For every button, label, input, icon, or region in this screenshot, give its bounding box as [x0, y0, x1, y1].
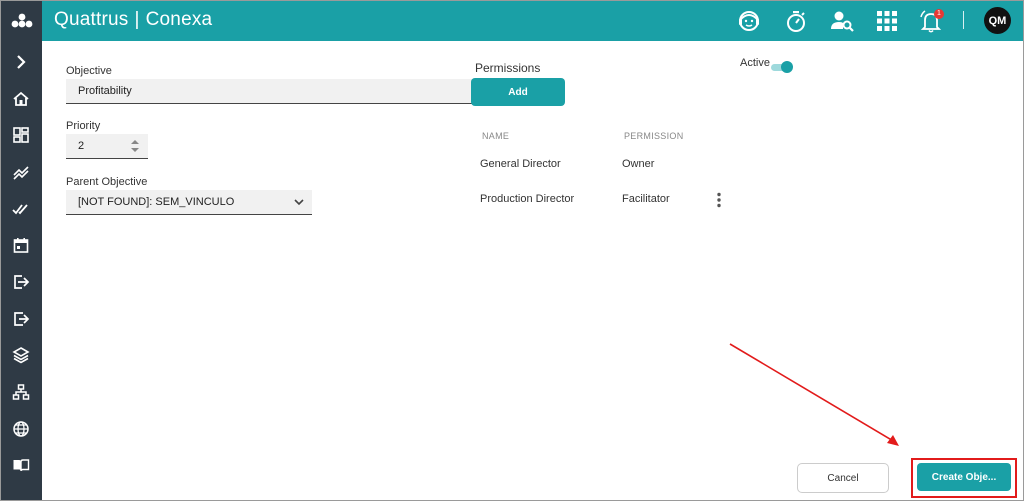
logout-icon[interactable] [9, 307, 33, 331]
home-icon[interactable] [9, 87, 33, 111]
permissions-title: Permissions [475, 61, 541, 75]
timer-icon[interactable] [781, 6, 811, 36]
expand-chevron-icon[interactable] [9, 50, 33, 74]
more-options-icon[interactable] [714, 191, 724, 209]
notifications-icon[interactable]: 1 [916, 6, 946, 36]
priority-value: 2 [78, 140, 85, 152]
sidebar [1, 1, 42, 500]
calendar-icon[interactable] [9, 233, 33, 257]
permission-row-name: General Director [480, 158, 561, 170]
user-avatar[interactable]: QM [984, 7, 1011, 34]
brand-name-right: Conexa [145, 9, 213, 30]
brand-title: Quattrus | Conexa [54, 9, 212, 31]
column-header-permission: PERMISSION [624, 131, 684, 141]
app-window: Quattrus | Conexa 1 QM Objective Profitabi… [0, 0, 1024, 501]
objective-input[interactable]: Profitability [66, 79, 472, 104]
notification-badge: 1 [934, 9, 944, 19]
annotation-highlight-box [911, 458, 1017, 498]
header-divider [963, 11, 964, 29]
layers-icon[interactable] [9, 343, 33, 367]
toggle-knob [781, 61, 793, 73]
trend-icon[interactable] [9, 160, 33, 184]
support-agent-icon[interactable] [734, 6, 764, 36]
parent-objective-value: [NOT FOUND]: SEM_VINCULO [78, 196, 235, 208]
permission-row-role: Facilitator [622, 193, 670, 205]
priority-label: Priority [66, 120, 101, 132]
apps-grid-icon[interactable] [872, 6, 902, 36]
objective-value: Profitability [78, 85, 132, 97]
permission-row-name: Production Director [480, 193, 575, 205]
book-icon[interactable] [9, 453, 33, 477]
chevron-down-icon [294, 199, 304, 206]
brand-separator: | [134, 9, 140, 30]
brand-name-left: Quattrus [54, 9, 129, 30]
active-toggle[interactable] [771, 61, 793, 73]
hierarchy-icon[interactable] [9, 380, 33, 404]
priority-stepper[interactable]: 2 [66, 134, 148, 159]
cancel-button[interactable]: Cancel [797, 463, 889, 493]
stepper-arrows-icon[interactable] [130, 138, 140, 154]
top-header: Quattrus | Conexa 1 QM [42, 1, 1023, 41]
dots-cluster-logo-icon[interactable] [1, 1, 42, 41]
column-header-name: NAME [482, 131, 510, 141]
objective-label: Objective [66, 65, 112, 77]
globe-icon[interactable] [9, 417, 33, 441]
parent-objective-label: Parent Objective [66, 176, 148, 188]
parent-objective-select[interactable]: [NOT FOUND]: SEM_VINCULO [66, 190, 312, 215]
add-permission-button[interactable]: Add [471, 78, 565, 106]
permission-row-role: Owner [622, 158, 655, 170]
annotation-arrow [729, 343, 899, 446]
login-icon[interactable] [9, 270, 33, 294]
user-search-icon[interactable] [827, 6, 857, 36]
active-label: Active [740, 57, 770, 69]
double-check-icon[interactable] [9, 197, 33, 221]
dashboard-icon[interactable] [9, 123, 33, 147]
